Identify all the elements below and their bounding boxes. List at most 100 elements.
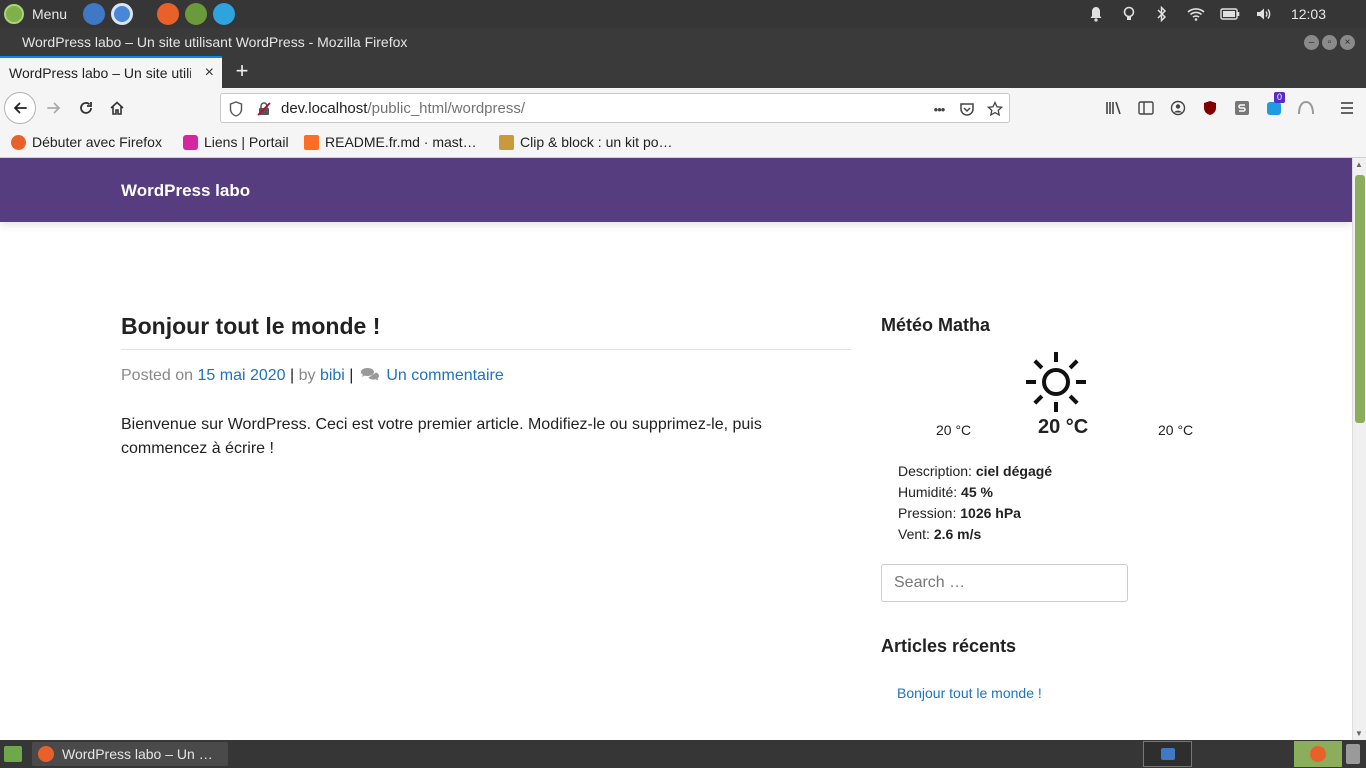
- new-tab-button[interactable]: +: [230, 59, 254, 83]
- firefox-workspace-icon: [1310, 746, 1326, 762]
- weather-pressure-row: Pression: 1026 hPa: [898, 503, 1052, 524]
- tab-strip: WordPress labo – Un site utilisant WordP…: [0, 56, 1366, 88]
- bluetooth-icon[interactable]: [1152, 4, 1172, 24]
- page-actions-menu-icon[interactable]: •••: [930, 100, 948, 118]
- search-input[interactable]: [881, 564, 1128, 602]
- extension-notification-icon[interactable]: 0: [1264, 92, 1286, 118]
- firefox-favicon-icon: [11, 134, 26, 150]
- firefox-task-icon: [38, 746, 54, 762]
- home-icon: [110, 101, 124, 115]
- tracking-protection-shield-icon[interactable]: [227, 100, 245, 118]
- bookmark-label: README.fr.md · mast…: [325, 134, 477, 150]
- web-page-content: WordPress labo Bonjour tout le monde ! P…: [0, 158, 1352, 740]
- files-launcher-icon[interactable]: [83, 3, 105, 25]
- site-title[interactable]: WordPress labo: [121, 181, 250, 201]
- system-top-panel: Menu 12:03: [0, 0, 1366, 28]
- telegram-launcher-icon[interactable]: [213, 3, 235, 25]
- show-desktop-icon[interactable]: [4, 746, 22, 762]
- recent-post-link[interactable]: Bonjour tout le monde !: [897, 685, 1042, 701]
- linux-mint-logo-icon: [4, 4, 24, 24]
- chromium-launcher-icon[interactable]: [111, 3, 133, 25]
- ublock-origin-icon[interactable]: [1200, 98, 1220, 118]
- pocket-icon[interactable]: [958, 100, 976, 118]
- bookmark-label: Liens | Portail: [204, 134, 289, 150]
- back-button[interactable]: [4, 92, 36, 124]
- clip-block-favicon-icon: [499, 134, 514, 150]
- app-launcher-icon[interactable]: [185, 3, 207, 25]
- weather-row-label: Humidité:: [898, 484, 962, 500]
- minimize-window-icon[interactable]: –: [1304, 35, 1319, 50]
- post-title[interactable]: Bonjour tout le monde !: [121, 313, 380, 340]
- post-author-link[interactable]: bibi: [320, 367, 345, 384]
- post-date-link[interactable]: 15 mai 2020: [198, 367, 286, 384]
- bookmarks-toolbar: Débuter avec Firefox Liens | Portail REA…: [0, 128, 1366, 158]
- weather-row-value: 1026 hPa: [960, 505, 1021, 521]
- system-menu-button[interactable]: Menu: [4, 3, 67, 25]
- url-host: dev.localhost: [281, 100, 368, 117]
- firefox-launcher-icon[interactable]: [157, 3, 179, 25]
- bookmark-debuter-firefox[interactable]: Débuter avec Firefox: [11, 134, 162, 150]
- url-text[interactable]: dev.localhost/public_html/wordpress/: [281, 100, 525, 117]
- bookmark-star-icon[interactable]: [986, 100, 1004, 118]
- reload-button[interactable]: [70, 92, 102, 124]
- post-meta: Posted on 15 mai 2020 | by bibi | Un com…: [121, 367, 504, 385]
- library-icon[interactable]: [1104, 98, 1124, 118]
- account-icon[interactable]: [1168, 98, 1188, 118]
- redshift-bulb-icon[interactable]: [1119, 4, 1139, 24]
- workspace-active-indicator[interactable]: [1294, 741, 1342, 767]
- bookmark-liens-portail[interactable]: Liens | Portail: [183, 134, 289, 150]
- close-window-icon[interactable]: ×: [1340, 35, 1355, 50]
- hamburger-menu-icon[interactable]: [1337, 98, 1357, 118]
- url-path: /public_html/wordpress/: [367, 100, 526, 117]
- site-header: WordPress labo: [0, 158, 1352, 222]
- url-bar[interactable]: dev.localhost/public_html/wordpress/ •••: [220, 93, 1010, 123]
- posted-on-label: Posted on: [121, 367, 198, 384]
- extension-s-icon[interactable]: [1232, 98, 1252, 118]
- wifi-icon[interactable]: [1186, 4, 1206, 24]
- temperature-current: 20 °C: [1038, 416, 1089, 438]
- window-titlebar[interactable]: WordPress labo – Un site utilisant WordP…: [0, 28, 1366, 56]
- system-clock[interactable]: 12:03: [1291, 6, 1326, 22]
- scrollbar-thumb[interactable]: [1355, 175, 1365, 423]
- taskbar-firefox-window[interactable]: WordPress labo – Un …: [32, 742, 228, 766]
- by-label: by: [298, 367, 320, 384]
- post-comments-link[interactable]: Un commentaire: [386, 367, 503, 384]
- gitlab-favicon-icon: [304, 134, 319, 150]
- recent-posts-title: Articles récents: [881, 636, 1017, 656]
- ghostery-icon[interactable]: [1296, 98, 1316, 118]
- post-body: Bienvenue sur WordPress. Ceci est votre …: [121, 416, 762, 457]
- volume-icon[interactable]: [1254, 4, 1274, 24]
- meta-separator: |: [285, 367, 299, 384]
- back-arrow-icon: [4, 92, 36, 124]
- comments-icon: [360, 368, 379, 381]
- notification-bell-icon[interactable]: [1086, 4, 1106, 24]
- tab-close-icon[interactable]: ×: [205, 64, 214, 82]
- weather-wind-row: Vent: 2.6 m/s: [898, 524, 1052, 545]
- scroll-up-arrow-icon[interactable]: ▲: [1355, 160, 1363, 169]
- weather-details: Description: ciel dégagé Humidité: 45 % …: [898, 461, 1052, 545]
- system-menu-label: Menu: [32, 6, 68, 22]
- bookmark-readme[interactable]: README.fr.md · mast…: [304, 134, 477, 150]
- forward-button[interactable]: [38, 92, 70, 124]
- insecure-connection-lock-icon[interactable]: [255, 100, 273, 118]
- workspace-window-icon: [1161, 748, 1175, 760]
- sidebar-icon[interactable]: [1136, 98, 1156, 118]
- notification-badge: 0: [1274, 92, 1286, 103]
- trash-icon[interactable]: [1346, 744, 1360, 764]
- maximize-window-icon[interactable]: ▫: [1322, 35, 1337, 50]
- navigation-toolbar: dev.localhost/public_html/wordpress/ •••…: [0, 88, 1366, 128]
- home-button[interactable]: [101, 92, 133, 124]
- battery-icon[interactable]: [1220, 4, 1240, 24]
- forward-arrow-icon: [47, 102, 61, 114]
- page-scrollbar[interactable]: ▲ ▼: [1352, 158, 1366, 740]
- weather-widget-title: Météo Matha: [881, 315, 991, 335]
- scroll-down-arrow-icon[interactable]: ▼: [1355, 729, 1363, 738]
- weather-row-value: 45 %: [961, 484, 993, 500]
- bookmark-clip-block[interactable]: Clip & block : un kit po…: [499, 134, 673, 150]
- temperature-min: 20 °C: [936, 422, 972, 438]
- workspace-switcher[interactable]: [1143, 741, 1192, 767]
- window-title: WordPress labo – Un site utilisant WordP…: [22, 34, 408, 50]
- tab-wordpress-labo[interactable]: WordPress labo – Un site utilisant WordP…: [0, 56, 222, 88]
- weather-row-label: Description:: [898, 463, 976, 479]
- weather-row-value: ciel dégagé: [975, 463, 1053, 479]
